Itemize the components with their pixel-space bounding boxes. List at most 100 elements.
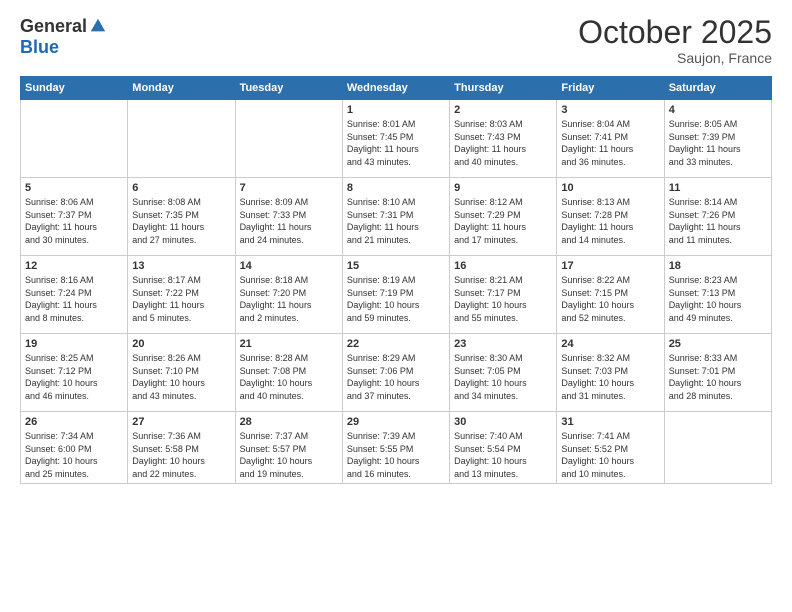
day-number: 19 [25, 338, 123, 350]
calendar-table: Sunday Monday Tuesday Wednesday Thursday… [20, 76, 772, 484]
calendar-week-1: 1 Sunrise: 8:01 AM Sunset: 7:45 PM Daylig… [21, 100, 772, 178]
table-row: 12Sunrise: 8:16 AM Sunset: 7:24 PM Dayli… [21, 256, 128, 334]
table-row [664, 412, 771, 484]
calendar-week-2: 5Sunrise: 8:06 AM Sunset: 7:37 PM Daylig… [21, 178, 772, 256]
day-info: Sunrise: 8:01 AM Sunset: 7:45 PM Dayligh… [347, 118, 445, 168]
table-row: 17 Sunrise: 8:22 AM Sunset: 7:15 PM Dayli… [557, 256, 664, 334]
table-row: 18 Sunrise: 8:23 AM Sunset: 7:13 PM Dayli… [664, 256, 771, 334]
table-row: 13 Sunrise: 8:17 AM Sunset: 7:22 PM Dayli… [128, 256, 235, 334]
day-info: Sunrise: 8:09 AM Sunset: 7:33 PM Dayligh… [240, 196, 338, 246]
table-row: 23Sunrise: 8:30 AM Sunset: 7:05 PM Dayli… [450, 334, 557, 412]
day-info: Sunrise: 7:41 AM Sunset: 5:52 PM Dayligh… [561, 430, 659, 480]
day-number: 10 [561, 182, 659, 194]
table-row: 8Sunrise: 8:10 AM Sunset: 7:31 PM Daylig… [342, 178, 449, 256]
day-info: Sunrise: 8:21 AM Sunset: 7:17 PM Dayligh… [454, 274, 552, 324]
header-row: Sunday Monday Tuesday Wednesday Thursday… [21, 77, 772, 100]
logo: General Blue [20, 16, 107, 58]
day-info: Sunrise: 7:36 AM Sunset: 5:58 PM Dayligh… [132, 430, 230, 480]
day-info: Sunrise: 8:19 AM Sunset: 7:19 PM Dayligh… [347, 274, 445, 324]
day-number: 7 [240, 182, 338, 194]
table-row: 27 Sunrise: 7:36 AM Sunset: 5:58 PM Dayli… [128, 412, 235, 484]
col-friday: Friday [557, 77, 664, 100]
day-number: 24 [561, 338, 659, 350]
day-info: Sunrise: 7:37 AM Sunset: 5:57 PM Dayligh… [240, 430, 338, 480]
table-row [21, 100, 128, 178]
day-number: 17 [561, 260, 659, 272]
day-number: 3 [561, 104, 659, 116]
logo-blue-text: Blue [20, 37, 59, 58]
day-info: Sunrise: 8:32 AM Sunset: 7:03 PM Dayligh… [561, 352, 659, 402]
table-row: 25 Sunrise: 8:33 AM Sunset: 7:01 PM Dayli… [664, 334, 771, 412]
day-number: 29 [347, 416, 445, 428]
day-number: 20 [132, 338, 230, 350]
table-row: 5Sunrise: 8:06 AM Sunset: 7:37 PM Daylig… [21, 178, 128, 256]
day-number: 15 [347, 260, 445, 272]
table-row: 28 Sunrise: 7:37 AM Sunset: 5:57 PM Dayli… [235, 412, 342, 484]
day-number: 22 [347, 338, 445, 350]
col-sunday: Sunday [21, 77, 128, 100]
day-info: Sunrise: 8:33 AM Sunset: 7:01 PM Dayligh… [669, 352, 767, 402]
day-info: Sunrise: 8:10 AM Sunset: 7:31 PM Dayligh… [347, 196, 445, 246]
day-info: Sunrise: 8:22 AM Sunset: 7:15 PM Dayligh… [561, 274, 659, 324]
table-row: 14 Sunrise: 8:18 AM Sunset: 7:20 PM Dayli… [235, 256, 342, 334]
col-thursday: Thursday [450, 77, 557, 100]
day-info: Sunrise: 7:39 AM Sunset: 5:55 PM Dayligh… [347, 430, 445, 480]
table-row: 2Sunrise: 8:03 AM Sunset: 7:43 PM Daylig… [450, 100, 557, 178]
calendar-page: General Blue October 2025 Saujon, France… [0, 0, 792, 612]
day-number: 14 [240, 260, 338, 272]
day-info: Sunrise: 8:04 AM Sunset: 7:41 PM Dayligh… [561, 118, 659, 168]
day-number: 30 [454, 416, 552, 428]
table-row: 21 Sunrise: 8:28 AM Sunset: 7:08 PM Dayli… [235, 334, 342, 412]
table-row: 30 Sunrise: 7:40 AM Sunset: 5:54 PM Dayli… [450, 412, 557, 484]
day-number: 23 [454, 338, 552, 350]
table-row: 15 Sunrise: 8:19 AM Sunset: 7:19 PM Dayli… [342, 256, 449, 334]
day-info: Sunrise: 8:17 AM Sunset: 7:22 PM Dayligh… [132, 274, 230, 324]
table-row: 4Sunrise: 8:05 AM Sunset: 7:39 PM Daylig… [664, 100, 771, 178]
day-number: 6 [132, 182, 230, 194]
calendar-week-5: 26Sunrise: 7:34 AM Sunset: 6:00 PM Dayli… [21, 412, 772, 484]
day-info: Sunrise: 8:12 AM Sunset: 7:29 PM Dayligh… [454, 196, 552, 246]
col-monday: Monday [128, 77, 235, 100]
day-number: 1 [347, 104, 445, 116]
col-tuesday: Tuesday [235, 77, 342, 100]
day-number: 13 [132, 260, 230, 272]
logo-icon [89, 17, 107, 35]
day-number: 21 [240, 338, 338, 350]
day-number: 18 [669, 260, 767, 272]
day-number: 4 [669, 104, 767, 116]
day-info: Sunrise: 7:34 AM Sunset: 6:00 PM Dayligh… [25, 430, 123, 480]
calendar-header: Sunday Monday Tuesday Wednesday Thursday… [21, 77, 772, 100]
day-info: Sunrise: 8:28 AM Sunset: 7:08 PM Dayligh… [240, 352, 338, 402]
day-number: 31 [561, 416, 659, 428]
day-info: Sunrise: 8:18 AM Sunset: 7:20 PM Dayligh… [240, 274, 338, 324]
table-row: 10Sunrise: 8:13 AM Sunset: 7:28 PM Dayli… [557, 178, 664, 256]
logo-general-text: General [20, 16, 87, 37]
table-row: 22Sunrise: 8:29 AM Sunset: 7:06 PM Dayli… [342, 334, 449, 412]
table-row: 19 Sunrise: 8:25 AM Sunset: 7:12 PM Dayli… [21, 334, 128, 412]
day-number: 16 [454, 260, 552, 272]
day-info: Sunrise: 8:14 AM Sunset: 7:26 PM Dayligh… [669, 196, 767, 246]
table-row [235, 100, 342, 178]
table-row: 16 Sunrise: 8:21 AM Sunset: 7:17 PM Dayli… [450, 256, 557, 334]
day-number: 2 [454, 104, 552, 116]
table-row: 24 Sunrise: 8:32 AM Sunset: 7:03 PM Dayli… [557, 334, 664, 412]
table-row: 11Sunrise: 8:14 AM Sunset: 7:26 PM Dayli… [664, 178, 771, 256]
table-row: 31 Sunrise: 7:41 AM Sunset: 5:52 PM Dayli… [557, 412, 664, 484]
table-row: 3 Sunrise: 8:04 AM Sunset: 7:41 PM Daylig… [557, 100, 664, 178]
day-info: Sunrise: 8:25 AM Sunset: 7:12 PM Dayligh… [25, 352, 123, 402]
day-number: 27 [132, 416, 230, 428]
col-saturday: Saturday [664, 77, 771, 100]
day-number: 28 [240, 416, 338, 428]
day-info: Sunrise: 8:23 AM Sunset: 7:13 PM Dayligh… [669, 274, 767, 324]
title-block: October 2025 Saujon, France [578, 16, 772, 66]
table-row: 6Sunrise: 8:08 AM Sunset: 7:35 PM Daylig… [128, 178, 235, 256]
day-number: 9 [454, 182, 552, 194]
day-number: 25 [669, 338, 767, 350]
page-header: General Blue October 2025 Saujon, France [20, 16, 772, 66]
day-number: 5 [25, 182, 123, 194]
table-row: 29 Sunrise: 7:39 AM Sunset: 5:55 PM Dayli… [342, 412, 449, 484]
day-info: Sunrise: 7:40 AM Sunset: 5:54 PM Dayligh… [454, 430, 552, 480]
month-title: October 2025 [578, 16, 772, 48]
day-number: 12 [25, 260, 123, 272]
table-row: 26Sunrise: 7:34 AM Sunset: 6:00 PM Dayli… [21, 412, 128, 484]
